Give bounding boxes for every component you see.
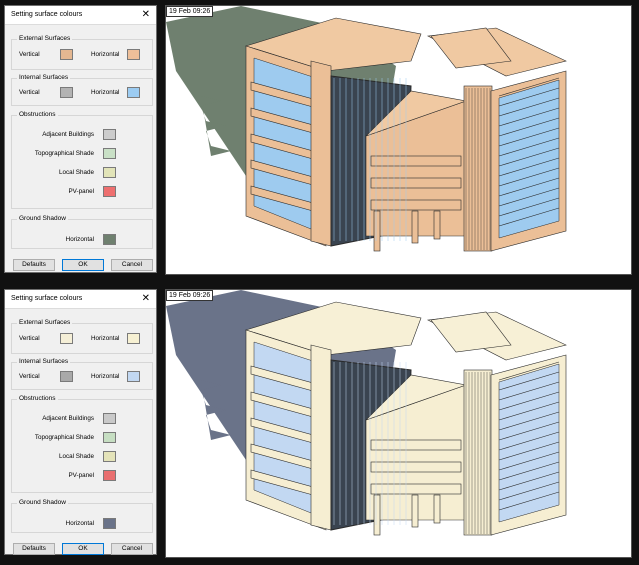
internal-horizontal-label: Horizontal — [91, 89, 120, 96]
timestamp-label: 19 Feb 09:26 — [166, 6, 214, 17]
external-horizontal-label: Horizontal — [91, 51, 120, 58]
comparison-panel: Setting surface colours ✕ External Surfa… — [0, 289, 639, 561]
ground-shadow-group: Ground Shadow Horizontal — [11, 499, 153, 533]
pillar — [373, 494, 381, 536]
adjacent-buildings-swatch[interactable] — [103, 129, 116, 140]
internal-surfaces-title: Internal Surfaces — [17, 74, 71, 81]
ground-horizontal-label: Horizontal — [65, 236, 94, 243]
surface-colours-dialog: Setting surface colours ✕ External Surfa… — [4, 289, 157, 555]
defaults-button[interactable]: Defaults — [13, 259, 55, 271]
topographical-shade-swatch[interactable] — [103, 148, 116, 159]
pillar — [411, 210, 419, 244]
ground-horizontal-swatch[interactable] — [103, 234, 116, 245]
curved-block-bands — [370, 439, 462, 495]
building-render — [166, 290, 567, 536]
external-horizontal-swatch[interactable] — [127, 49, 140, 60]
external-surfaces-title: External Surfaces — [17, 35, 73, 42]
local-shade-label: Local Shade — [58, 169, 94, 176]
internal-horizontal-swatch[interactable] — [127, 371, 140, 382]
internal-horizontal-label: Horizontal — [91, 373, 120, 380]
curved-block-bands — [370, 155, 462, 211]
pillar — [433, 494, 441, 524]
dialog-titlebar[interactable]: Setting surface colours ✕ — [5, 6, 156, 25]
internal-horizontal-swatch[interactable] — [127, 87, 140, 98]
internal-surfaces-group: Internal Surfaces Vertical Horizontal — [11, 74, 153, 106]
dialog-titlebar[interactable]: Setting surface colours ✕ — [5, 290, 156, 309]
external-surfaces-group: External Surfaces Vertical Horizontal — [11, 319, 153, 354]
dialog-title: Setting surface colours — [11, 295, 83, 302]
comparison-panel: Setting surface colours ✕ External Surfa… — [0, 5, 639, 277]
left-tower-core — [310, 60, 332, 247]
close-icon[interactable]: ✕ — [142, 293, 150, 304]
pv-panel-label: PV-panel — [68, 472, 94, 479]
external-vertical-label: Vertical — [19, 335, 40, 342]
internal-surfaces-title: Internal Surfaces — [17, 358, 71, 365]
external-surfaces-title: External Surfaces — [17, 319, 73, 326]
timestamp-label: 19 Feb 09:26 — [166, 290, 214, 301]
obstructions-group: Obstructions Adjacent Buildings Topograp… — [11, 395, 153, 493]
ok-button[interactable]: OK — [62, 259, 104, 271]
internal-vertical-swatch[interactable] — [60, 371, 73, 382]
pillar — [373, 210, 381, 252]
cancel-button[interactable]: Cancel — [111, 543, 153, 555]
ground-horizontal-swatch[interactable] — [103, 518, 116, 529]
defaults-button[interactable]: Defaults — [13, 543, 55, 555]
ground-horizontal-label: Horizontal — [65, 520, 94, 527]
adjacent-buildings-swatch[interactable] — [103, 413, 116, 424]
topographical-shade-label: Topographical Shade — [34, 150, 94, 157]
ground-shadow-group: Ground Shadow Horizontal — [11, 215, 153, 249]
internal-surfaces-group: Internal Surfaces Vertical Horizontal — [11, 358, 153, 390]
internal-vertical-swatch[interactable] — [60, 87, 73, 98]
building-render — [166, 6, 567, 252]
external-vertical-label: Vertical — [19, 51, 40, 58]
ground-shadow-title: Ground Shadow — [17, 499, 68, 506]
building-render-viewport[interactable]: 19 Feb 09:26 — [165, 289, 632, 558]
ok-button[interactable]: OK — [62, 543, 104, 555]
obstructions-title: Obstructions — [17, 395, 58, 402]
internal-vertical-label: Vertical — [19, 373, 40, 380]
adjacent-buildings-label: Adjacent Buildings — [42, 415, 94, 422]
obstructions-group: Obstructions Adjacent Buildings Topograp… — [11, 111, 153, 209]
pv-panel-swatch[interactable] — [103, 470, 116, 481]
external-vertical-swatch[interactable] — [60, 333, 73, 344]
cancel-button[interactable]: Cancel — [111, 259, 153, 271]
pv-panel-label: PV-panel — [68, 188, 94, 195]
right-wing-glazing — [498, 79, 560, 239]
local-shade-swatch[interactable] — [103, 451, 116, 462]
local-shade-label: Local Shade — [58, 453, 94, 460]
external-horizontal-swatch[interactable] — [127, 333, 140, 344]
surface-colours-dialog: Setting surface colours ✕ External Surfa… — [4, 5, 157, 273]
pillar — [411, 494, 419, 528]
external-surfaces-group: External Surfaces Vertical Horizontal — [11, 35, 153, 70]
local-shade-swatch[interactable] — [103, 167, 116, 178]
external-vertical-swatch[interactable] — [60, 49, 73, 60]
right-wing-glazing — [498, 363, 560, 523]
left-tower-core — [310, 344, 332, 531]
dialog-title: Setting surface colours — [11, 11, 83, 18]
topographical-shade-swatch[interactable] — [103, 432, 116, 443]
pillar — [433, 210, 441, 240]
pv-panel-swatch[interactable] — [103, 186, 116, 197]
topographical-shade-label: Topographical Shade — [34, 434, 94, 441]
adjacent-buildings-label: Adjacent Buildings — [42, 131, 94, 138]
ground-shadow-title: Ground Shadow — [17, 215, 68, 222]
internal-vertical-label: Vertical — [19, 89, 40, 96]
obstructions-title: Obstructions — [17, 111, 58, 118]
external-horizontal-label: Horizontal — [91, 335, 120, 342]
close-icon[interactable]: ✕ — [142, 9, 150, 20]
building-render-viewport[interactable]: 19 Feb 09:26 — [165, 5, 632, 275]
